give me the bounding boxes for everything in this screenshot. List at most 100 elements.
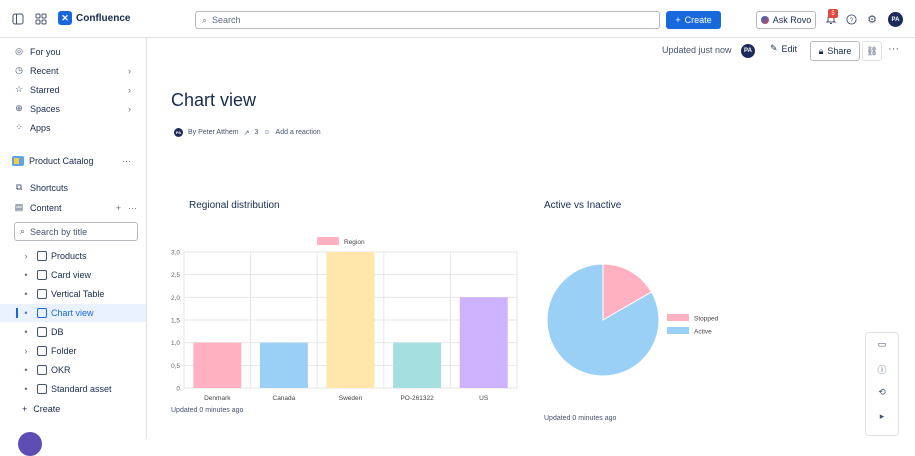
- author-avatar-small[interactable]: PA: [174, 128, 183, 137]
- sidebar-item-label: For you: [30, 46, 61, 57]
- database-icon: [37, 327, 47, 337]
- page-title: Chart view: [171, 90, 257, 110]
- user-circle-icon: ◎: [15, 46, 23, 56]
- help-icon[interactable]: ?: [843, 11, 859, 27]
- sidebar-item-spaces[interactable]: ⊕ Spaces ›: [14, 103, 139, 114]
- space-header[interactable]: Product Catalog ···: [12, 156, 137, 166]
- sidebar-item-label: Recent: [30, 65, 59, 76]
- title-search-input[interactable]: ⌕ Search by title: [14, 222, 138, 241]
- create-label: Create: [33, 404, 61, 414]
- legend-swatch: [317, 237, 339, 245]
- page-icon: [37, 289, 47, 299]
- profile-avatar[interactable]: [18, 432, 42, 456]
- search-placeholder: Search: [212, 15, 241, 25]
- top-accent: [0, 0, 915, 3]
- info-icon[interactable]: ⓘ: [876, 363, 888, 376]
- y-tick-label: 0: [176, 386, 180, 393]
- y-tick-label: 2,5: [171, 272, 180, 279]
- sidebar-item-label: Shortcuts: [30, 182, 69, 193]
- edit-button[interactable]: ✎ Edit: [770, 43, 797, 54]
- folder-icon: [37, 346, 47, 356]
- floating-toolbar: ▭ ⓘ ⟲ ▸: [865, 332, 899, 436]
- sidebar-item-apps[interactable]: ⁘ Apps: [14, 122, 139, 133]
- search-icon: ⌕: [202, 14, 208, 25]
- add-content-icon[interactable]: +: [116, 203, 121, 213]
- bullet-icon: •: [24, 365, 28, 375]
- top-navigation: ✕ Confluence ⌕ Search + Create Ask Rovo …: [0, 0, 915, 38]
- comment-icon[interactable]: ▭: [876, 339, 888, 350]
- bar: [326, 252, 375, 388]
- sidebar: ◎ For you ◷ Recent › ☆ Starred › ⊕ Space…: [0, 38, 147, 439]
- view-count: 3: [254, 129, 259, 136]
- bullet-icon: •: [24, 308, 28, 318]
- app-switcher-icon[interactable]: [33, 11, 49, 27]
- tree-item-vertical-table[interactable]: • Vertical Table: [0, 285, 146, 303]
- sidebar-item-content[interactable]: ▤ Content + ···: [14, 202, 139, 213]
- content-icon: ▤: [14, 202, 24, 212]
- bar: [459, 297, 508, 388]
- search-icon: ⌕: [20, 226, 26, 236]
- page-icon: [37, 251, 47, 261]
- pie-chart-title: Active vs Inactive: [544, 200, 622, 211]
- pencil-icon: ✎: [770, 43, 778, 53]
- user-avatar[interactable]: PA: [888, 12, 903, 27]
- confluence-logo[interactable]: ✕ Confluence: [58, 11, 130, 25]
- create-label: Create: [684, 15, 712, 25]
- tree-item-folder[interactable]: › Folder: [0, 342, 146, 360]
- pie-chart: Stopped Active: [546, 263, 719, 377]
- share-button[interactable]: 🔒︎ Share: [810, 41, 860, 61]
- chevron-right-icon: ›: [128, 103, 131, 114]
- sidebar-item-label: Apps: [30, 122, 51, 133]
- apps-icon: ⁘: [15, 122, 23, 132]
- create-button[interactable]: + Create: [666, 11, 721, 29]
- author-avatar[interactable]: PA: [741, 44, 755, 58]
- bar: [393, 342, 442, 388]
- copy-link-icon[interactable]: ⛓: [862, 41, 882, 61]
- chevron-right-icon: ›: [128, 65, 131, 76]
- reaction-icon[interactable]: ☺: [263, 129, 270, 136]
- sidebar-toggle-icon[interactable]: [10, 11, 26, 27]
- settings-icon[interactable]: ⚙: [864, 11, 880, 27]
- share-label: Share: [827, 46, 852, 56]
- edit-label: Edit: [781, 43, 798, 54]
- tree-item-standard-asset[interactable]: • Standard asset: [0, 380, 146, 398]
- plus-icon: +: [22, 404, 28, 414]
- ask-rovo-button[interactable]: Ask Rovo: [756, 11, 816, 29]
- more-icon[interactable]: ···: [128, 203, 137, 213]
- y-tick-label: 0,5: [171, 363, 180, 370]
- sidebar-item-recent[interactable]: ◷ Recent ›: [14, 65, 139, 76]
- add-reaction[interactable]: Add a reaction: [276, 129, 321, 136]
- y-tick-label: 2,0: [171, 295, 180, 302]
- video-icon[interactable]: ▸: [876, 411, 888, 422]
- search-input[interactable]: ⌕ Search: [195, 11, 660, 29]
- bullet-icon: •: [24, 289, 28, 299]
- pie-chart-updated: Updated 0 minutes ago: [544, 415, 617, 422]
- tree-item-db[interactable]: • DB: [0, 323, 146, 341]
- page-icon: [37, 270, 47, 280]
- tree-item-products[interactable]: › Products: [0, 247, 146, 265]
- analytics-icon[interactable]: ↗: [244, 129, 250, 137]
- bar: [259, 342, 308, 388]
- sidebar-item-starred[interactable]: ☆ Starred ›: [14, 84, 139, 95]
- loop-icon[interactable]: ⟲: [876, 387, 888, 398]
- more-icon[interactable]: ···: [122, 156, 131, 166]
- sidebar-create-button[interactable]: + Create: [22, 404, 60, 414]
- space-icon: [12, 156, 24, 166]
- tree-item-label: Standard asset: [51, 384, 112, 394]
- notification-badge: 5: [828, 9, 838, 18]
- title-search-placeholder: Search by title: [30, 226, 88, 237]
- sidebar-item-shortcuts[interactable]: ⧉ Shortcuts: [14, 182, 139, 193]
- clock-icon: ◷: [15, 65, 23, 75]
- bar-chart-updated: Updated 0 minutes ago: [171, 407, 244, 414]
- sidebar-item-for-you[interactable]: ◎ For you: [14, 46, 139, 57]
- tree-item-chart-view[interactable]: • Chart view: [0, 304, 146, 322]
- more-actions-icon[interactable]: ···: [888, 43, 899, 55]
- bar-chart-title: Regional distribution: [189, 200, 280, 211]
- chevron-right-icon[interactable]: ›: [22, 346, 30, 356]
- lock-icon: 🔒︎: [818, 45, 824, 56]
- x-tick-label: PO-261322: [400, 395, 434, 402]
- tree-item-card-view[interactable]: • Card view: [0, 266, 146, 284]
- tree-item-okr[interactable]: • OKR: [0, 361, 146, 379]
- chevron-right-icon[interactable]: ›: [22, 251, 30, 261]
- bullet-icon: •: [24, 327, 28, 337]
